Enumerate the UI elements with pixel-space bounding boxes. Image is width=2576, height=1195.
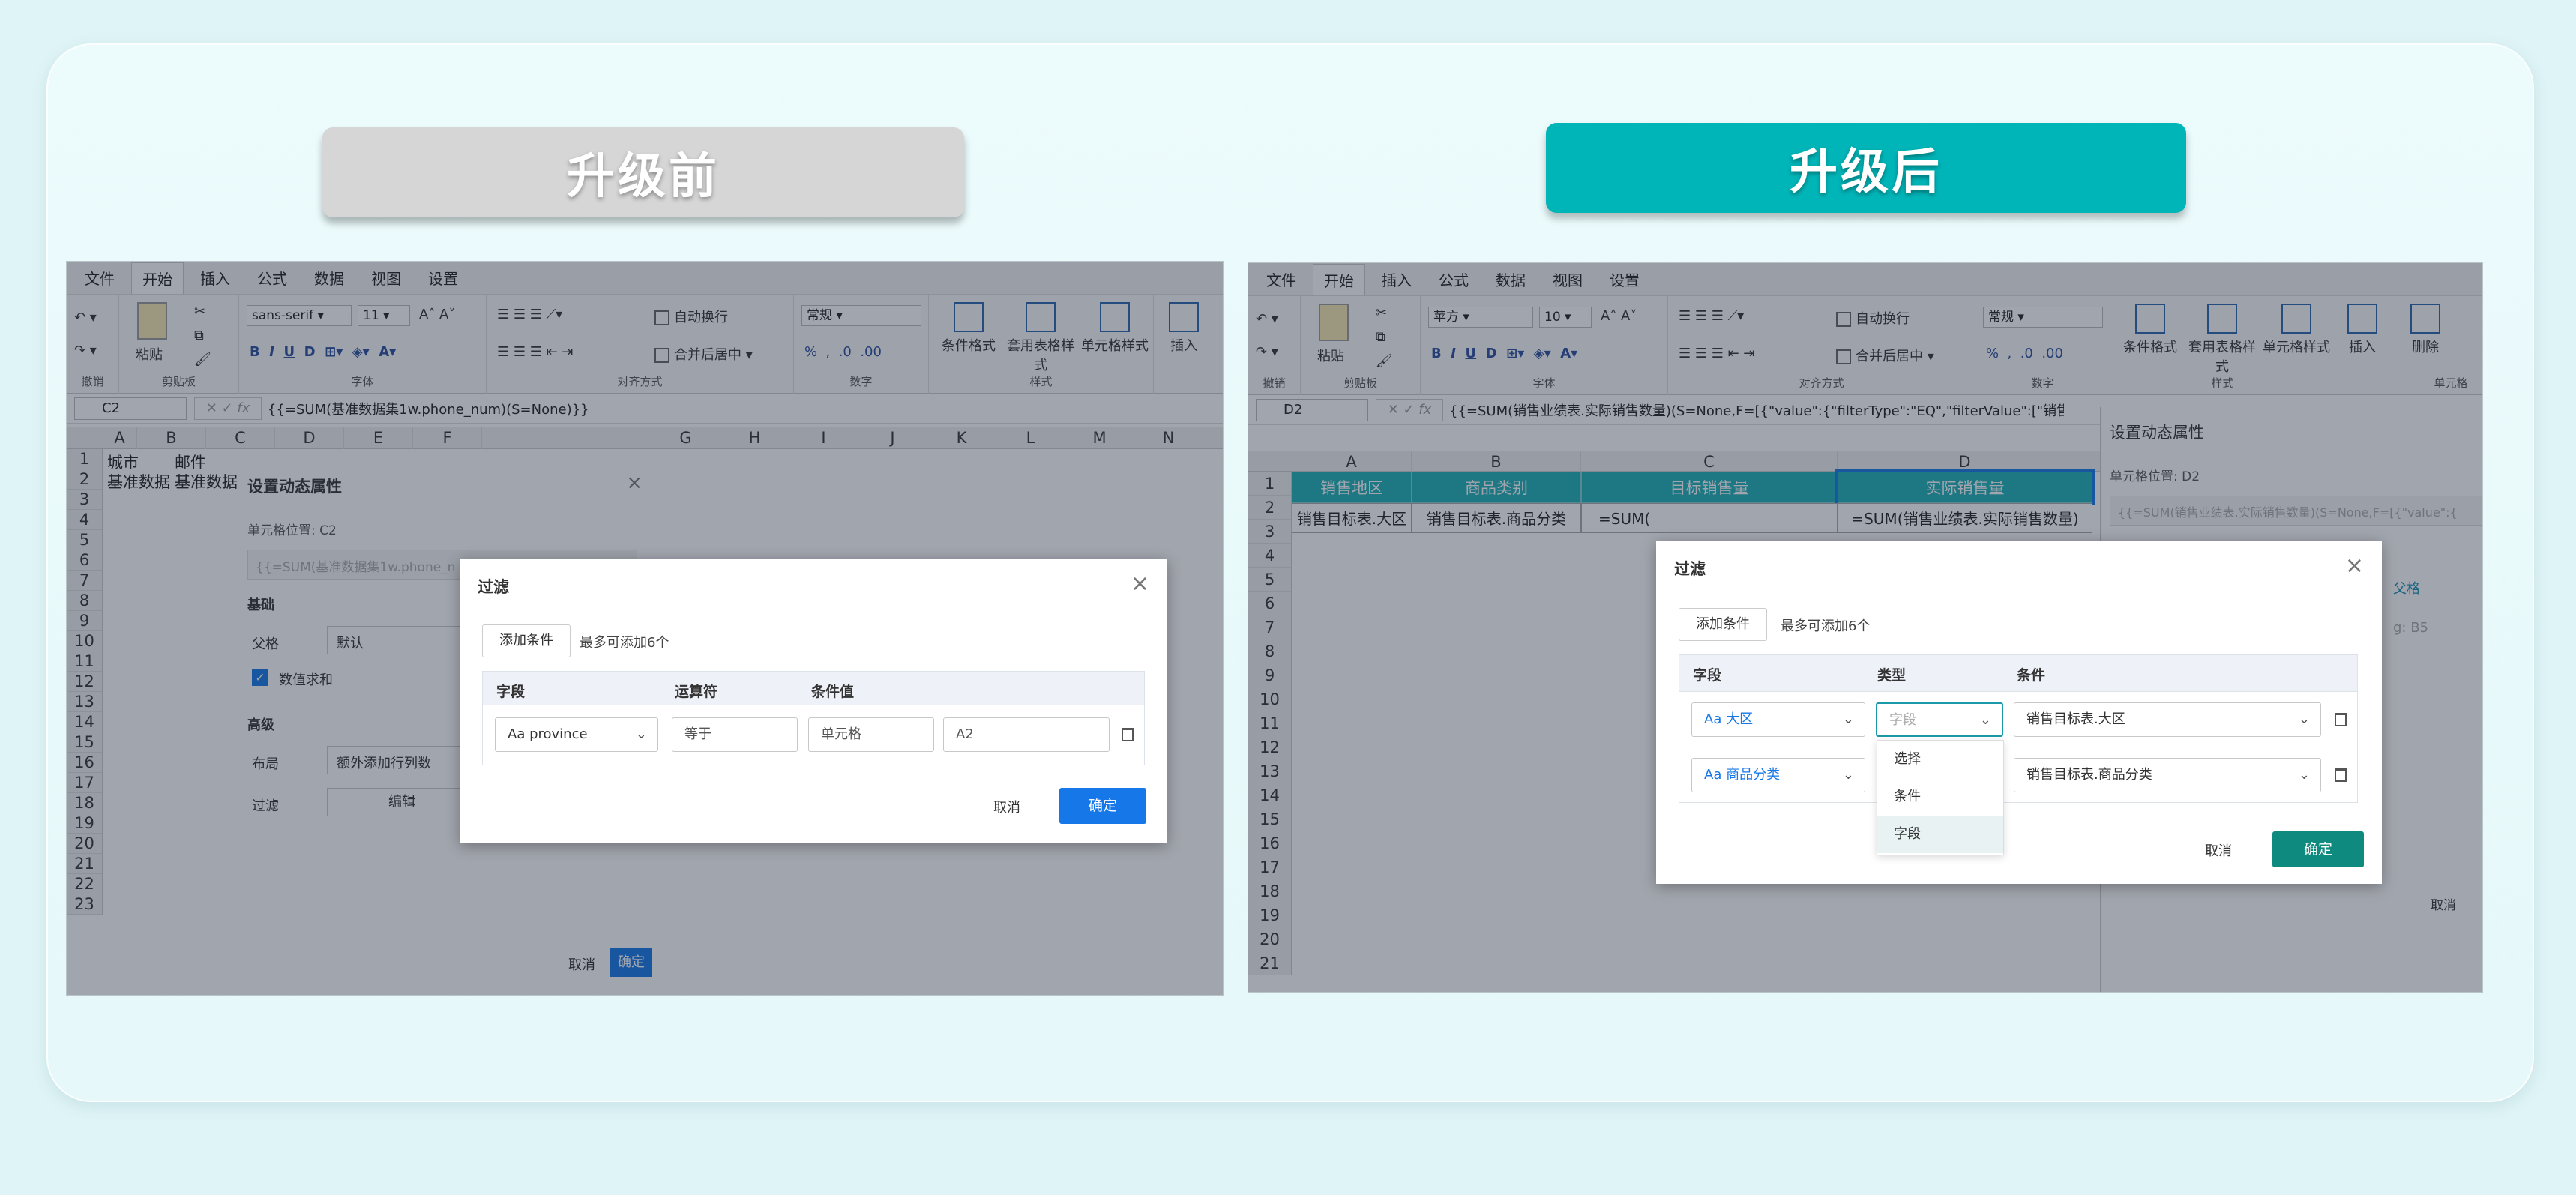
add-limit-hint: 最多可添加6个 — [1781, 618, 1871, 634]
field-value: Aa province — [508, 726, 588, 742]
field-value: Aa 商品分类 — [1704, 767, 1781, 783]
condition-value: 销售目标表.大区 — [2026, 711, 2125, 727]
dialog-title: 过滤 — [478, 578, 509, 596]
col-condition: 条件 — [2017, 667, 2046, 684]
type-select[interactable]: 字段 ⌄ — [1876, 702, 2003, 737]
chevron-down-icon: ⌄ — [2298, 767, 2310, 783]
add-condition-button[interactable]: 添加条件 — [1679, 608, 1767, 641]
before-screenshot: 文件 开始 插入 公式 数据 视图 设置 ↶ ▾ ↷ ▾ 撤销 粘贴 ✂ ⧉ 🖌… — [66, 261, 1224, 996]
chevron-down-icon: ⌄ — [2298, 711, 2310, 727]
filter-dialog: 过滤 × 添加条件 最多可添加6个 字段 类型 条件 Aa 大区 ⌄ 字段 ⌄ 销售… — [1656, 541, 2382, 884]
condition-select[interactable]: 销售目标表.大区 ⌄ — [2014, 702, 2321, 737]
col-operator: 运算符 — [675, 684, 718, 700]
field-value: Aa 大区 — [1704, 711, 1754, 727]
add-limit-hint: 最多可添加6个 — [580, 635, 669, 651]
field-select[interactable]: Aa 大区 ⌄ — [1691, 702, 1865, 737]
close-icon[interactable]: × — [2345, 553, 2364, 579]
field-select[interactable]: Aa 商品分类 ⌄ — [1691, 758, 1865, 792]
condition-table-header: 字段 类型 条件 — [1679, 654, 2358, 692]
close-icon[interactable]: × — [1131, 571, 1149, 597]
condition-value: 销售目标表.商品分类 — [2026, 767, 2152, 783]
condition-rows: Aa 大区 ⌄ 字段 ⌄ 销售目标表.大区 ⌄ Aa 商品分类 ⌄ 销售目标表.商品分类… — [1679, 692, 2358, 803]
chevron-down-icon: ⌄ — [1979, 712, 1991, 728]
dialog-cancel-button[interactable]: 取消 — [2205, 840, 2232, 860]
filter-dialog: 过滤 × 添加条件 最多可添加6个 字段 运算符 条件值 Aa province… — [460, 559, 1167, 843]
col-field: 字段 — [496, 684, 526, 700]
dropdown-option-condition[interactable]: 条件 — [1877, 778, 2003, 816]
dropdown-option-field[interactable]: 字段 — [1877, 816, 2003, 853]
trash-icon[interactable] — [2335, 768, 2347, 782]
chevron-down-icon: ⌄ — [1842, 711, 1854, 727]
value-type-select[interactable]: 单元格 — [808, 717, 934, 752]
value-input[interactable]: A2 — [943, 717, 1110, 752]
dialog-ok-button[interactable]: 确定 — [2272, 831, 2364, 867]
operator-select[interactable]: 等于 — [672, 717, 798, 752]
condition-select[interactable]: 销售目标表.商品分类 ⌄ — [2014, 758, 2321, 792]
dialog-cancel-button[interactable]: 取消 — [993, 797, 1020, 816]
before-banner: 升级前 — [322, 127, 964, 217]
chevron-down-icon: ⌄ — [635, 726, 647, 742]
dialog-title: 过滤 — [1674, 560, 1706, 578]
col-value: 条件值 — [811, 684, 855, 700]
condition-row: Aa province ⌄ 等于 单元格 A2 — [482, 705, 1145, 765]
condition-table-header: 字段 运算符 条件值 — [482, 671, 1145, 705]
dropdown-option-select[interactable]: 选择 — [1877, 741, 2003, 778]
after-banner: 升级后 — [1546, 123, 2186, 213]
type-placeholder: 字段 — [1889, 712, 1916, 728]
trash-icon[interactable] — [1122, 728, 1134, 741]
dialog-ok-button[interactable]: 确定 — [1059, 788, 1146, 824]
chevron-down-icon: ⌄ — [1842, 767, 1854, 783]
field-select[interactable]: Aa province ⌄ — [495, 717, 658, 752]
col-type: 类型 — [1877, 667, 1907, 684]
after-screenshot: 文件 开始 插入 公式 数据 视图 设置 ↶ ▾ ↷ ▾ 撤销 粘贴 ✂ ⧉ 🖌… — [1248, 262, 2483, 993]
add-condition-button[interactable]: 添加条件 — [482, 624, 571, 657]
trash-icon[interactable] — [2335, 713, 2347, 726]
type-dropdown-menu: 选择 条件 字段 — [1877, 740, 2004, 855]
col-field: 字段 — [1693, 667, 1722, 684]
